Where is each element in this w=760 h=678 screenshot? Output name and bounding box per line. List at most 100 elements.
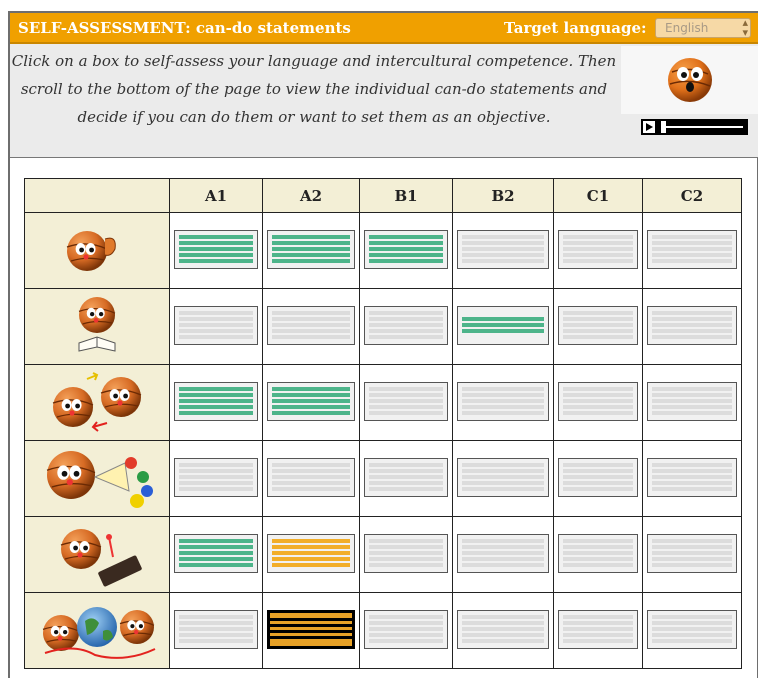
self-assessment-box[interactable] xyxy=(457,534,549,573)
progress-line xyxy=(652,615,732,619)
level-cell-a2 xyxy=(262,440,360,517)
self-assessment-box[interactable] xyxy=(364,382,448,421)
progress-line xyxy=(270,618,352,621)
self-assessment-box[interactable] xyxy=(364,534,448,573)
skill-row xyxy=(24,592,742,669)
self-assessment-box[interactable] xyxy=(174,534,258,573)
progress-line xyxy=(179,463,253,467)
self-assessment-box[interactable] xyxy=(647,534,737,573)
audio-player[interactable] xyxy=(641,119,748,135)
self-assessment-box[interactable] xyxy=(267,458,355,497)
progress-line xyxy=(462,411,544,415)
progress-line xyxy=(652,481,732,485)
progress-line xyxy=(179,557,253,561)
self-assessment-box[interactable] xyxy=(174,610,258,649)
progress-line xyxy=(462,563,544,567)
self-assessment-box[interactable] xyxy=(267,610,355,649)
self-assessment-box[interactable] xyxy=(174,230,258,269)
progress-line xyxy=(369,551,443,555)
play-button[interactable] xyxy=(643,121,655,133)
level-cell-b2 xyxy=(452,288,554,365)
self-assessment-box[interactable] xyxy=(457,230,549,269)
progress-line xyxy=(462,481,544,485)
progress-line xyxy=(272,551,350,555)
progress-line xyxy=(369,259,443,263)
self-assessment-box[interactable] xyxy=(174,458,258,497)
progress-line xyxy=(272,247,350,251)
progress-line xyxy=(462,627,544,631)
self-assessment-box[interactable] xyxy=(558,382,638,421)
self-assessment-box[interactable] xyxy=(647,458,737,497)
progress-line xyxy=(462,241,544,245)
self-assessment-box[interactable] xyxy=(364,610,448,649)
progress-line xyxy=(272,563,350,567)
seek-track[interactable] xyxy=(665,126,743,128)
level-cell-a2 xyxy=(262,516,360,593)
self-assessment-box[interactable] xyxy=(647,610,737,649)
progress-line xyxy=(179,387,253,391)
progress-line xyxy=(652,317,732,321)
progress-line xyxy=(652,235,732,239)
progress-line xyxy=(462,387,544,391)
spoken-production-icon xyxy=(46,451,153,508)
level-cell-a2 xyxy=(262,212,360,289)
self-assessment-box[interactable] xyxy=(457,610,549,649)
self-assessment-box[interactable] xyxy=(364,458,448,497)
progress-line xyxy=(652,633,732,637)
progress-line xyxy=(652,247,732,251)
progress-line xyxy=(462,545,544,549)
progress-line xyxy=(563,311,633,315)
self-assessment-box[interactable] xyxy=(364,230,448,269)
progress-line xyxy=(652,563,732,567)
self-assessment-box[interactable] xyxy=(558,534,638,573)
progress-line xyxy=(369,627,443,631)
progress-line xyxy=(179,487,253,491)
level-header-row: A1 A2 B1 B2 C1 C2 xyxy=(24,178,742,213)
progress-line xyxy=(179,247,253,251)
progress-line xyxy=(369,557,443,561)
progress-line xyxy=(369,639,443,643)
progress-line xyxy=(652,621,732,625)
self-assessment-box[interactable] xyxy=(267,230,355,269)
self-assessment-box[interactable] xyxy=(364,306,448,345)
self-assessment-box[interactable] xyxy=(558,610,638,649)
self-assessment-box[interactable] xyxy=(457,458,549,497)
progress-line xyxy=(462,615,544,619)
self-assessment-box[interactable] xyxy=(267,306,355,345)
level-header-b2: B2 xyxy=(452,178,554,213)
progress-line xyxy=(462,639,544,643)
progress-line xyxy=(179,563,253,567)
progress-line xyxy=(369,463,443,467)
self-assessment-box[interactable] xyxy=(558,306,638,345)
progress-line xyxy=(652,411,732,415)
progress-line xyxy=(563,557,633,561)
progress-line xyxy=(369,323,443,327)
progress-line xyxy=(272,323,350,327)
progress-line xyxy=(369,411,443,415)
self-assessment-box[interactable] xyxy=(267,534,355,573)
progress-line xyxy=(272,469,350,473)
corner-cell xyxy=(24,178,170,213)
self-assessment-box[interactable] xyxy=(647,230,737,269)
target-language-select[interactable]: English ▴ ▾ xyxy=(655,17,751,38)
thinking-mascot-icon xyxy=(668,58,712,102)
self-assessment-box[interactable] xyxy=(647,382,737,421)
self-assessment-box[interactable] xyxy=(174,382,258,421)
skill-row xyxy=(24,440,742,517)
self-assessment-box[interactable] xyxy=(558,458,638,497)
level-cell-b2 xyxy=(452,516,554,593)
self-assessment-box[interactable] xyxy=(174,306,258,345)
progress-line xyxy=(272,487,350,491)
self-assessment-box[interactable] xyxy=(647,306,737,345)
progress-line xyxy=(272,393,350,397)
self-assessment-box[interactable] xyxy=(558,230,638,269)
self-assessment-box[interactable] xyxy=(457,306,549,345)
self-assessment-box[interactable] xyxy=(267,382,355,421)
progress-line xyxy=(652,545,732,549)
level-cell-c1 xyxy=(553,516,643,593)
level-header-a1: A1 xyxy=(169,178,263,213)
progress-line xyxy=(563,621,633,625)
progress-line xyxy=(272,259,350,263)
progress-line xyxy=(272,317,350,321)
self-assessment-box[interactable] xyxy=(457,382,549,421)
